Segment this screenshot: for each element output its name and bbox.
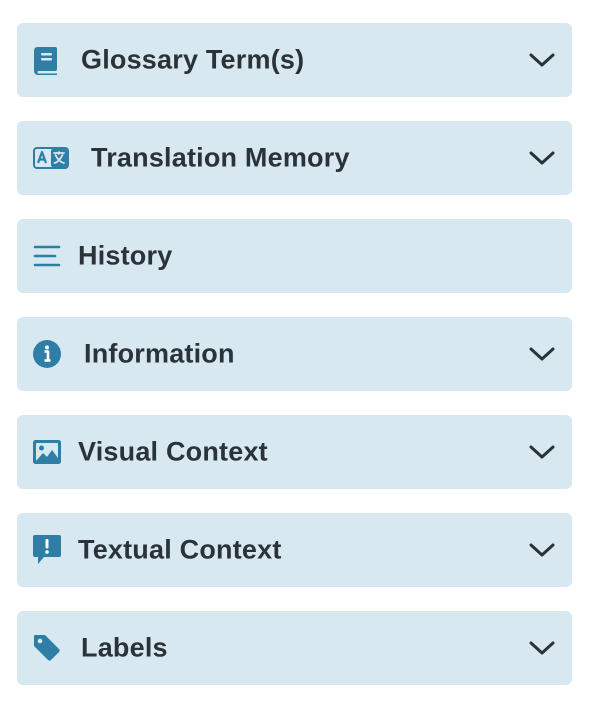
translate-icon xyxy=(33,143,69,173)
panel-label: Translation Memory xyxy=(91,142,350,173)
chevron-down-icon[interactable] xyxy=(528,340,556,368)
chevron-down-icon[interactable] xyxy=(528,438,556,466)
panel-label: Textual Context xyxy=(78,534,282,565)
chevron-down-icon[interactable] xyxy=(528,536,556,564)
panel-label: Glossary Term(s) xyxy=(81,44,305,75)
image-icon xyxy=(32,437,62,467)
panel-textual-context[interactable]: Textual Context xyxy=(17,513,572,587)
book-icon xyxy=(31,45,61,75)
panel-label: History xyxy=(78,240,173,271)
side-panel-list: Glossary Term(s) Translation Memory Hist… xyxy=(0,0,590,702)
panel-visual-context[interactable]: Visual Context xyxy=(17,415,572,489)
tag-icon xyxy=(32,633,62,663)
panel-label: Visual Context xyxy=(78,436,268,467)
panel-information[interactable]: Information xyxy=(17,317,572,391)
info-circle-icon xyxy=(32,339,62,369)
panel-label: Labels xyxy=(81,632,168,663)
chevron-down-icon[interactable] xyxy=(528,634,556,662)
panel-glossary-terms[interactable]: Glossary Term(s) xyxy=(17,23,572,97)
panel-translation-memory[interactable]: Translation Memory xyxy=(17,121,572,195)
chevron-down-icon[interactable] xyxy=(528,144,556,172)
list-lines-icon xyxy=(32,241,62,271)
panel-label: Information xyxy=(84,338,235,369)
chevron-down-icon[interactable] xyxy=(528,46,556,74)
speech-alert-icon xyxy=(32,535,62,565)
panel-history[interactable]: History xyxy=(17,219,572,293)
panel-labels[interactable]: Labels xyxy=(17,611,572,685)
